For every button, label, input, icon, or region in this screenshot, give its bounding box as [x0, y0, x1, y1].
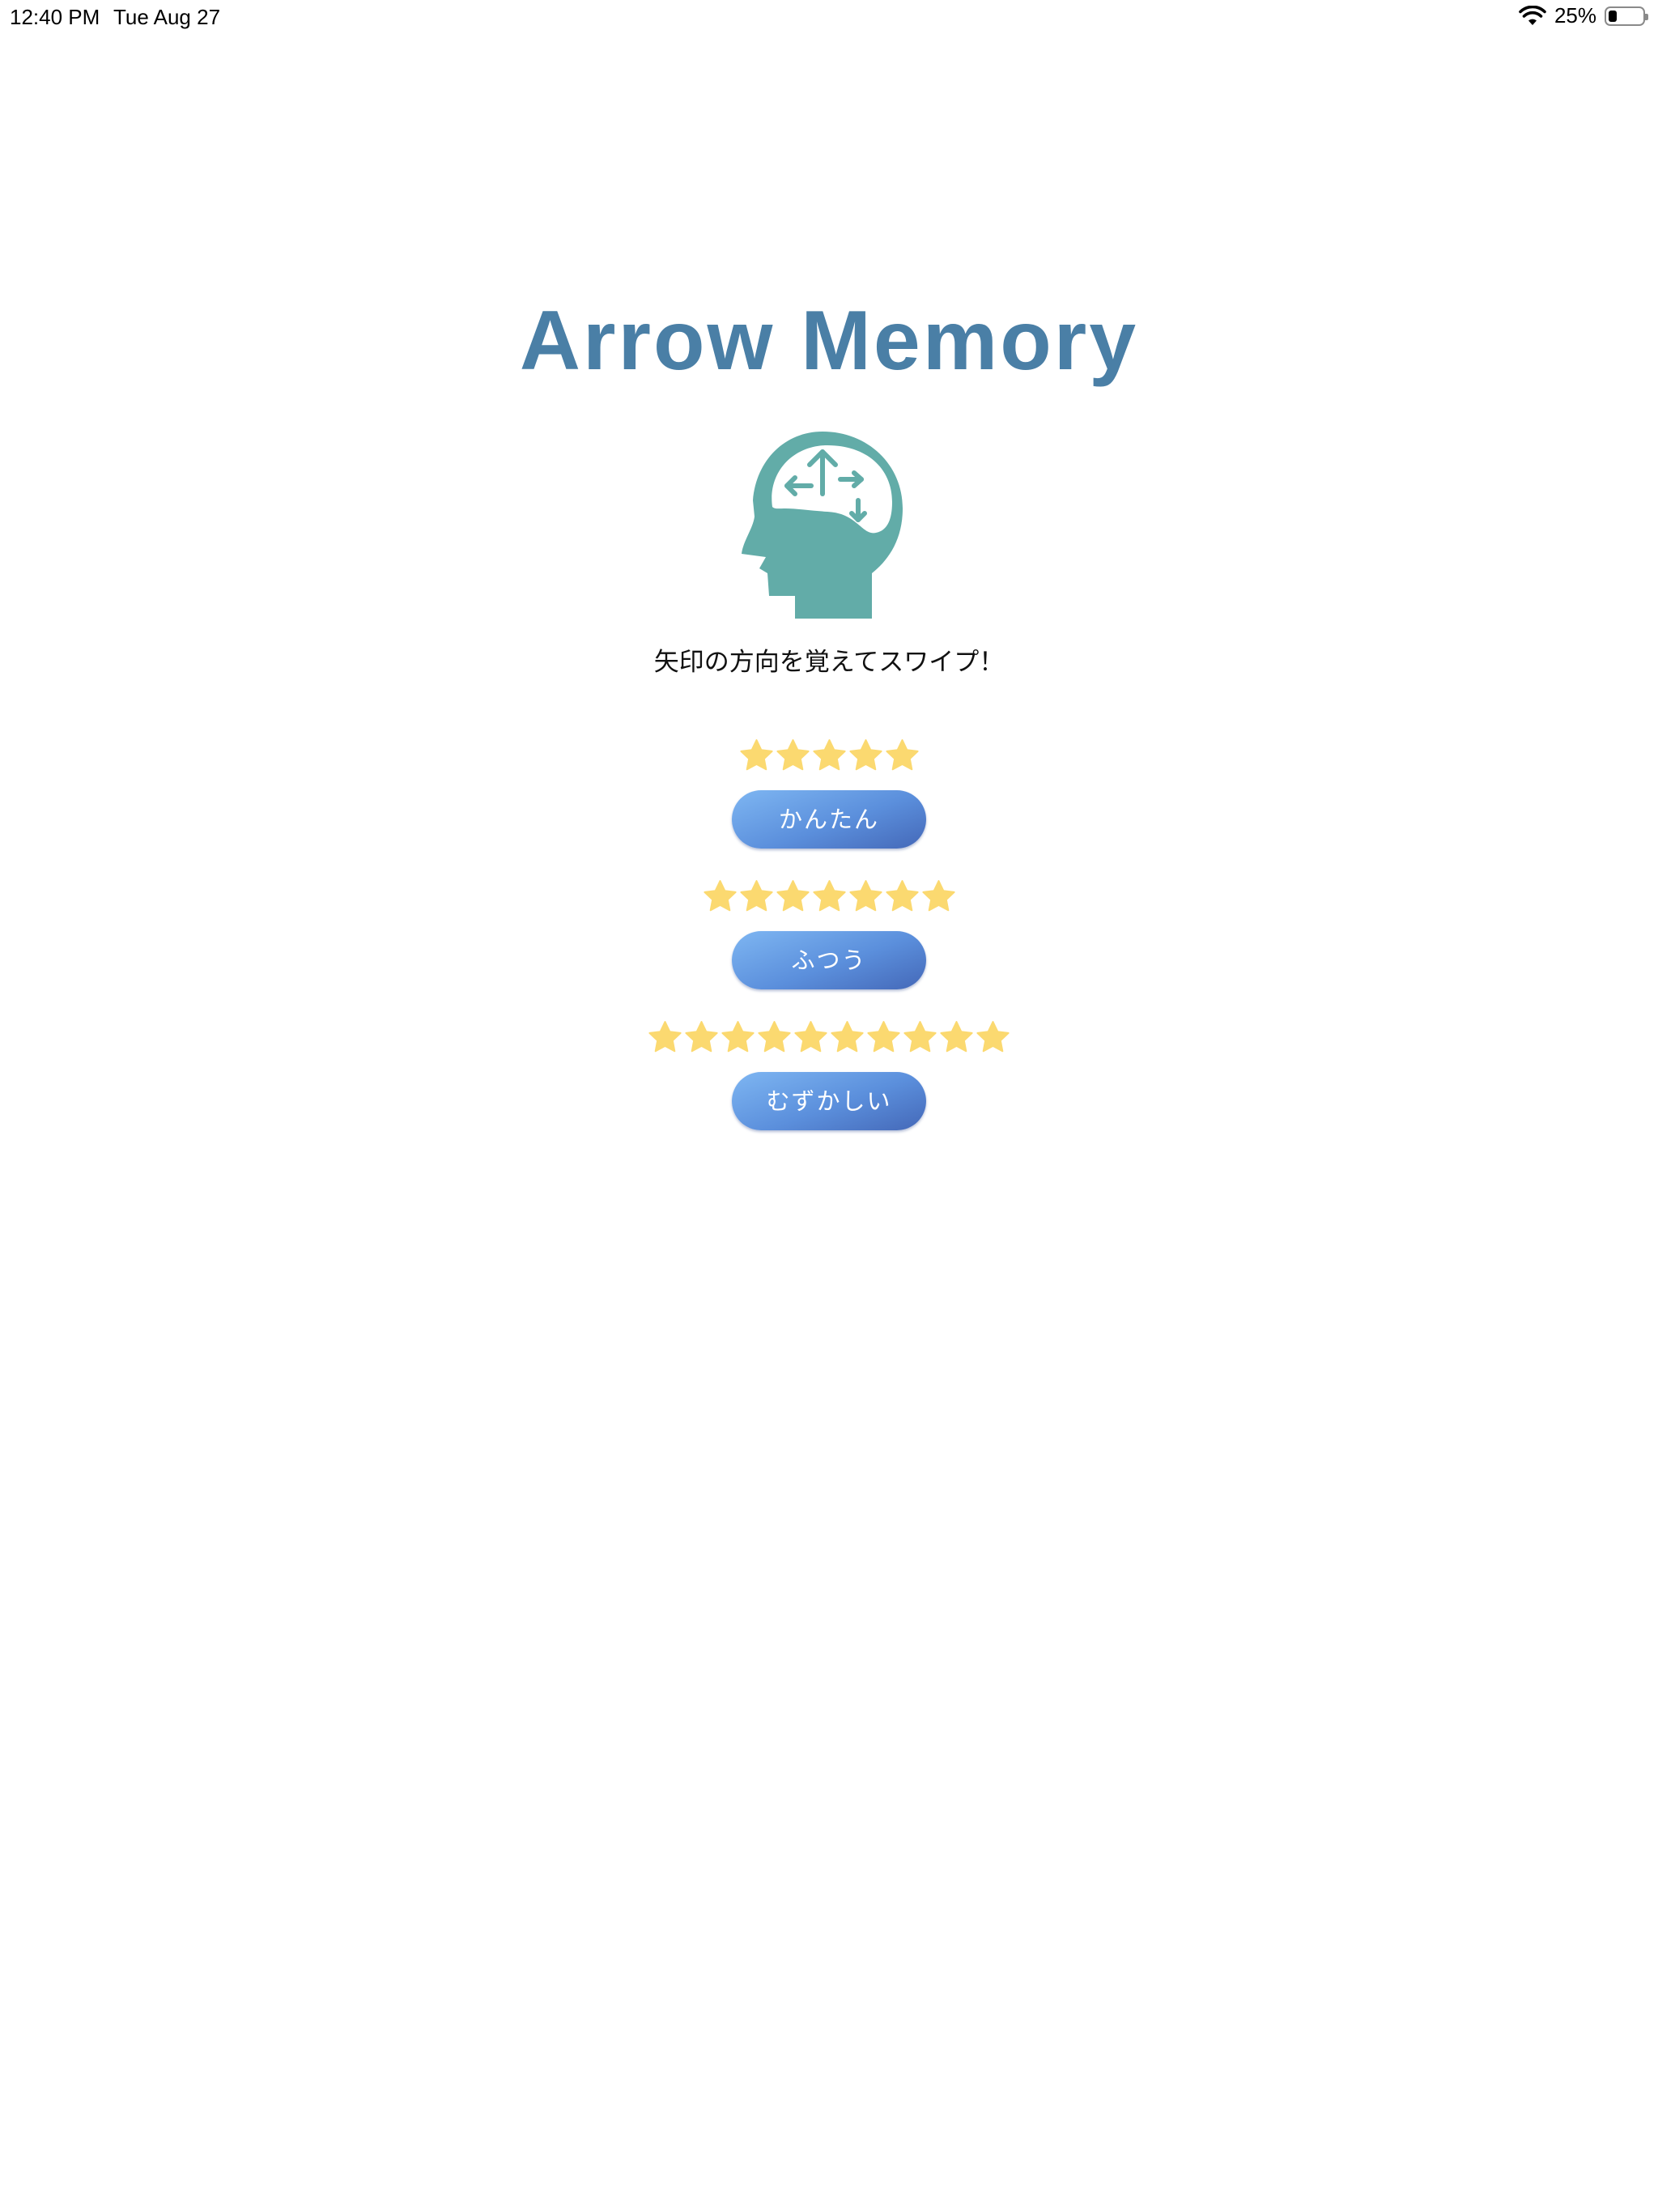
- star-icon: [976, 1021, 1010, 1053]
- wifi-icon: [1519, 5, 1546, 25]
- level-hard: むずかしい: [0, 1020, 1658, 1130]
- star-icon: [848, 880, 882, 912]
- status-right-group: 25%: [1519, 3, 1648, 28]
- hard-button[interactable]: むずかしい: [732, 1072, 926, 1130]
- star-icon: [776, 880, 810, 912]
- star-icon: [721, 1021, 755, 1053]
- star-icon: [921, 880, 955, 912]
- app-title: Arrow Memory: [519, 294, 1139, 388]
- status-date: Tue Aug 27: [113, 5, 221, 29]
- star-icon: [831, 1021, 864, 1053]
- star-icon: [885, 739, 919, 771]
- star-icon: [812, 739, 846, 771]
- normal-button[interactable]: ふつう: [732, 931, 926, 989]
- star-icon: [867, 1021, 900, 1053]
- star-icon: [648, 1021, 682, 1053]
- easy-button[interactable]: かんたん: [732, 790, 926, 849]
- star-icon: [703, 880, 737, 912]
- star-rating: [0, 879, 1658, 918]
- star-icon: [776, 739, 810, 771]
- battery-cap: [1645, 13, 1648, 20]
- brain-arrows-head-icon: [742, 432, 903, 619]
- star-icon: [812, 880, 846, 912]
- star-icon: [758, 1021, 791, 1053]
- star-rating: [0, 738, 1658, 777]
- star-icon: [903, 1021, 937, 1053]
- star-icon: [848, 739, 882, 771]
- star-icon: [885, 880, 919, 912]
- status-bar: 12:40 PM Tue Aug 27 25%: [0, 0, 1658, 36]
- level-normal: ふつう: [0, 879, 1658, 989]
- level-easy: かんたん: [0, 738, 1658, 849]
- instruction-text: 矢印の方向を覚えてスワイプ！: [653, 648, 1005, 677]
- star-icon: [739, 880, 773, 912]
- status-time: 12:40 PM: [10, 5, 100, 29]
- star-rating: [0, 1020, 1658, 1059]
- battery-fill: [1609, 10, 1617, 22]
- star-icon: [940, 1021, 973, 1053]
- battery-percent: 25%: [1554, 3, 1596, 28]
- star-icon: [739, 739, 773, 771]
- star-icon: [685, 1021, 718, 1053]
- star-icon: [794, 1021, 827, 1053]
- battery-icon: [1605, 6, 1648, 26]
